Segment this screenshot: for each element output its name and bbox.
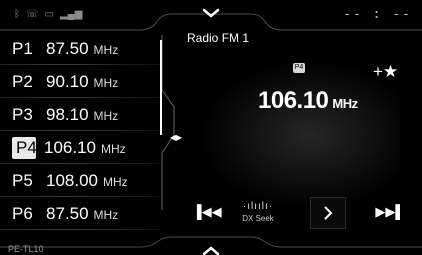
- preset-unit: MHz: [103, 175, 128, 189]
- divider: [0, 229, 160, 230]
- next-page-button[interactable]: [310, 197, 346, 229]
- current-frequency: 106.10 MHz: [258, 87, 358, 115]
- preset-unit: MHz: [93, 43, 119, 57]
- footer-label: PE-TL10: [8, 244, 44, 254]
- preset-badge: P4: [293, 63, 305, 73]
- panel-slider-track: [160, 35, 175, 210]
- preset-item-p3[interactable]: P3 98.10 MHz: [0, 98, 160, 131]
- preset-item-p5[interactable]: P5 108.00 MHz: [0, 164, 160, 197]
- frequency-unit: MHz: [332, 96, 358, 111]
- chevron-up-icon[interactable]: [200, 244, 222, 255]
- next-page-icon: [324, 206, 333, 220]
- seek-back-icon: ▐◀◀: [192, 204, 222, 219]
- preset-number: P1: [12, 39, 33, 58]
- preset-number: P5: [12, 171, 33, 190]
- preset-item-p2[interactable]: P2 90.10 MHz: [0, 65, 160, 98]
- dx-seek-label: DX Seek: [242, 214, 274, 223]
- frequency-value: 106.10: [258, 87, 329, 114]
- seek-forward-icon: ▶▶▌: [375, 204, 405, 219]
- clock: -- : --: [343, 7, 412, 22]
- preset-number: P3: [12, 105, 33, 124]
- preset-number: P2: [12, 72, 33, 91]
- preset-item-p4[interactable]: P4 106.10 MHz: [0, 131, 160, 164]
- add-favorite-icon: +★: [373, 62, 399, 81]
- add-favorite-button[interactable]: +★: [373, 62, 398, 82]
- status-icons: ᛒ ☏ ▭ ▂▄▆: [14, 9, 82, 20]
- preset-frequency: 108.00: [46, 171, 98, 190]
- station-name: Radio FM 1: [187, 31, 250, 45]
- preset-frequency: 98.10: [46, 105, 89, 124]
- seek-forward-button[interactable]: ▶▶▌: [375, 195, 405, 229]
- preset-list: P1 87.50 MHz P2 90.10 MHz P3 98.10 MHz P4 106.1…: [0, 32, 160, 230]
- bluetooth-icon: ᛒ: [14, 9, 20, 20]
- dx-seek-button[interactable]: ·ılıılı· DX Seek: [238, 195, 278, 229]
- preset-frequency: 106.10: [44, 138, 96, 157]
- preset-unit: MHz: [93, 109, 119, 123]
- preset-number-active: P4: [12, 137, 37, 159]
- dx-seek-icon: ·ılıılı·: [242, 201, 274, 212]
- radio-screen: ᛒ ☏ ▭ ▂▄▆ -- : -- Radio FM 1 P1 87.50 MHz …: [0, 0, 422, 255]
- preset-frequency: 87.50: [46, 39, 89, 58]
- preset-unit: MHz: [101, 142, 126, 156]
- preset-item-p6[interactable]: P6 87.50 MHz: [0, 197, 160, 230]
- preset-number: P6: [12, 204, 33, 223]
- battery-icon: ▭: [44, 9, 54, 20]
- signal-icon: ▂▄▆: [59, 9, 83, 20]
- preset-unit: MHz: [93, 76, 119, 90]
- panel-drag-handle[interactable]: ◂▸: [170, 130, 182, 144]
- preset-item-p1[interactable]: P1 87.50 MHz: [0, 32, 160, 65]
- seek-back-button[interactable]: ▐◀◀: [192, 195, 222, 229]
- preset-frequency: 87.50: [46, 204, 89, 223]
- preset-unit: MHz: [93, 208, 119, 222]
- chevron-down-icon[interactable]: [200, 6, 222, 20]
- phone-icon: ☏: [26, 9, 39, 20]
- playback-controls: ▐◀◀ ·ılıılı· DX Seek ▶▶▌: [180, 195, 422, 235]
- preset-frequency: 90.10: [46, 72, 89, 91]
